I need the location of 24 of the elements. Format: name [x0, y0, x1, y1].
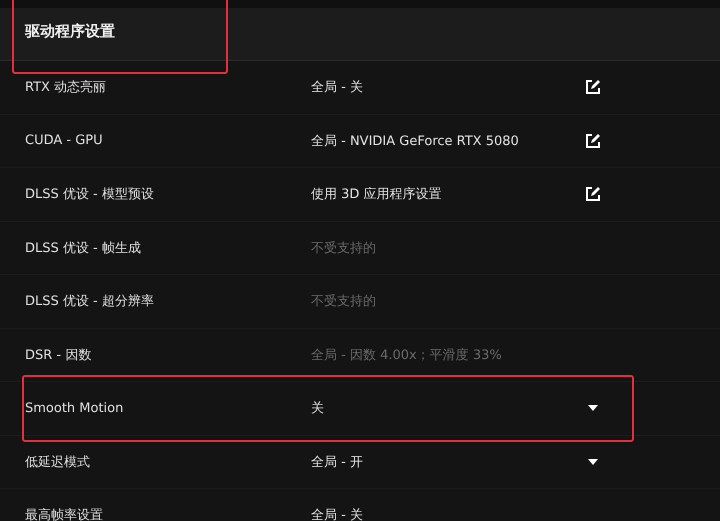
edit-icon[interactable] [585, 132, 601, 149]
setting-label: RTX 动态亮丽 [24, 79, 108, 96]
setting-label: 低延迟模式 [24, 454, 91, 471]
setting-label: DLSS 优设 - 模型预设 [24, 186, 155, 204]
setting-value: 全局 - 关 [311, 507, 364, 521]
setting-value: 全局 - 关 [311, 79, 364, 96]
setting-value: 不受支持的 [311, 240, 377, 257]
caret-icon[interactable] [588, 458, 598, 465]
edit-icon[interactable] [585, 79, 601, 96]
setting-value: 使用 3D 应用程序设置 [311, 186, 443, 204]
setting-value: 全局 - NVIDIA GeForce RTX 5080 [311, 132, 520, 150]
setting-label: CUDA - GPU [24, 133, 104, 148]
setting-label: DSR - 因数 [24, 346, 92, 364]
caret-icon[interactable] [588, 405, 598, 412]
setting-label: Smooth Motion [24, 400, 124, 416]
section-title: 驱动程序设置 [25, 22, 115, 40]
setting-value: 关 [311, 400, 325, 418]
setting-value: 不受支持的 [311, 293, 377, 310]
setting-label: DLSS 优设 - 超分辨率 [24, 293, 155, 310]
setting-value: 全局 - 因数 4.00x；平滑度 33% [311, 346, 503, 364]
setting-label: DLSS 优设 - 帧生成 [24, 240, 142, 257]
edit-icon[interactable] [585, 186, 601, 202]
setting-value: 全局 - 开 [311, 454, 364, 471]
setting-label: 最高帧率设置 [24, 507, 104, 521]
